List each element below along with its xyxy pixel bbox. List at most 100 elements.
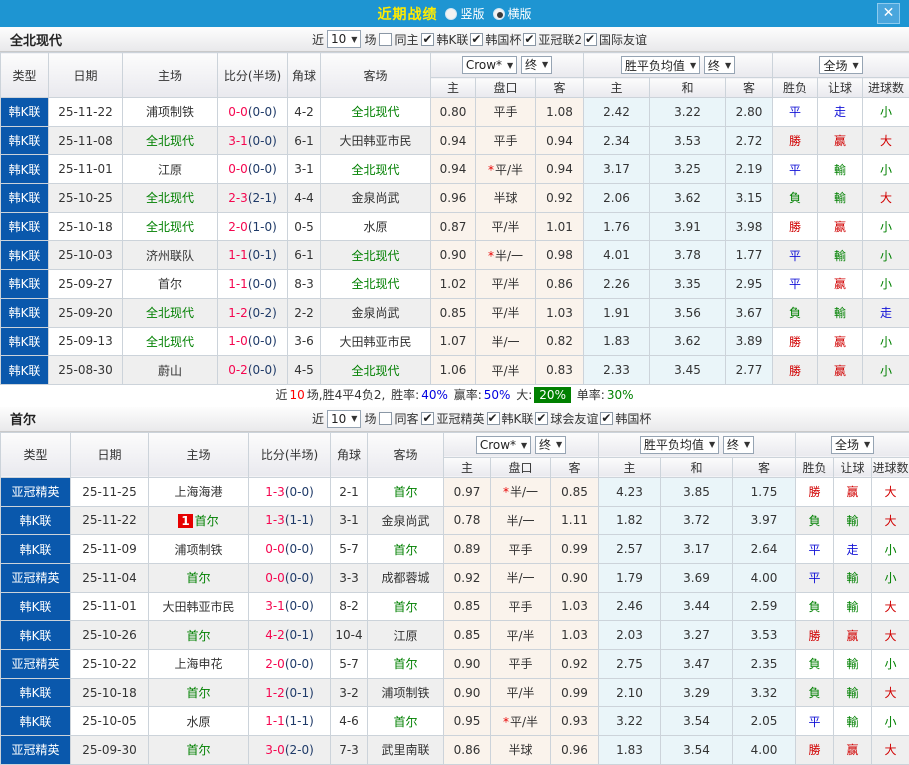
match-row: 亚冠精英25-10-22上海申花2-0(0-0)5-7首尔0.90平手0.922… xyxy=(1,650,909,679)
score-cell: 2-0(0-0) xyxy=(249,650,331,679)
home-team: 1首尔 xyxy=(149,506,249,535)
same-venue-filter[interactable]: 同客 xyxy=(379,410,418,427)
radio-unselected-icon[interactable] xyxy=(445,8,457,20)
home-team: 全北现代 xyxy=(123,298,218,327)
checkbox-icon[interactable] xyxy=(523,33,536,46)
league-type-cell: 韩K联 xyxy=(1,241,49,270)
league-type-cell: 亚冠精英 xyxy=(1,650,71,679)
avg-draw: 3.54 xyxy=(661,707,733,736)
odds-home: 0.85 xyxy=(431,298,476,327)
odds-away: 0.92 xyxy=(551,650,599,679)
home-team: 上海申花 xyxy=(149,650,249,679)
checkbox-icon[interactable] xyxy=(470,33,483,46)
odds-home: 0.92 xyxy=(444,563,491,592)
avg-draw: 3.72 xyxy=(661,506,733,535)
match-date: 25-10-18 xyxy=(49,212,123,241)
result-winlose: 平 xyxy=(796,707,834,736)
league-type-cell: 韩K联 xyxy=(1,298,49,327)
handicap-cell: 平/半 xyxy=(476,212,536,241)
avg-home: 2.75 xyxy=(599,650,661,679)
avg-draw: 3.17 xyxy=(661,535,733,564)
match-row: 韩K联25-09-20全北现代1-2(0-2)2-2金泉尚武0.85平/半1.0… xyxy=(1,298,909,327)
recent-matches-table-1: 类型 日期 主场 比分(半场) 角球 客场 Crow*▼ 终▼ 胜平负均值▼ 终… xyxy=(0,52,909,385)
away-team: 金泉尚武 xyxy=(321,298,431,327)
handicap-cell: 半/一 xyxy=(491,506,551,535)
league-filters: 韩K联韩国杯亚冠联2国际友谊 xyxy=(421,31,649,48)
league-filter[interactable]: 国际友谊 xyxy=(584,33,647,47)
avg-time-select[interactable]: 终▼ xyxy=(704,56,735,74)
league-filter[interactable]: 球会友谊 xyxy=(535,412,598,426)
scope-select[interactable]: 全场▼ xyxy=(831,436,874,454)
avg-odds-select[interactable]: 胜平负均值▼ xyxy=(621,56,700,74)
checkbox-icon[interactable] xyxy=(584,33,597,46)
checkbox-icon[interactable] xyxy=(600,412,613,425)
checkbox-icon[interactable] xyxy=(379,412,392,425)
avg-draw: 3.69 xyxy=(661,563,733,592)
avg-draw: 3.56 xyxy=(650,298,726,327)
score-cell: 0-0(0-0) xyxy=(249,535,331,564)
league-filter[interactable]: 韩国杯 xyxy=(600,412,651,426)
handicap-cell: *半/一 xyxy=(491,477,551,506)
avg-draw: 3.27 xyxy=(661,621,733,650)
chevron-down-icon: ▼ xyxy=(690,61,696,70)
odds-away: 0.90 xyxy=(551,563,599,592)
result-handicap: 赢 xyxy=(834,477,872,506)
rounds-select[interactable]: 10▼ xyxy=(327,410,361,428)
chevron-down-icon: ▼ xyxy=(521,441,527,450)
result-goals: 小 xyxy=(863,356,909,385)
col-avg-home: 主 xyxy=(599,457,661,477)
corner-cell: 4-5 xyxy=(288,356,321,385)
league-type-cell: 韩K联 xyxy=(1,356,49,385)
odds-away: 0.94 xyxy=(536,126,584,155)
league-filter[interactable]: 亚冠精英 xyxy=(421,412,484,426)
match-date: 25-10-26 xyxy=(71,621,149,650)
odds-home: 0.87 xyxy=(431,212,476,241)
result-handicap: 輸 xyxy=(834,678,872,707)
matches-label: 场 xyxy=(364,31,376,48)
rounds-select[interactable]: 10▼ xyxy=(327,30,361,48)
checkbox-icon[interactable] xyxy=(535,412,548,425)
home-team: 水原 xyxy=(149,707,249,736)
odds-time-select[interactable]: 终▼ xyxy=(521,56,552,74)
odds-time-select[interactable]: 终▼ xyxy=(535,436,566,454)
checkbox-icon[interactable] xyxy=(379,33,392,46)
col-handicap-result: 让球 xyxy=(834,457,872,477)
result-winlose: 平 xyxy=(773,98,818,127)
result-handicap: 赢 xyxy=(818,356,863,385)
team-name: 全北现代 xyxy=(10,30,62,49)
result-goals: 小 xyxy=(863,270,909,299)
corner-cell: 3-6 xyxy=(288,327,321,356)
odds-away: 1.01 xyxy=(536,212,584,241)
handicap-cell: 平/半 xyxy=(476,356,536,385)
layout-option-vertical[interactable]: 竖版 xyxy=(445,5,484,22)
league-filter[interactable]: 韩K联 xyxy=(421,33,468,47)
avg-draw: 3.78 xyxy=(650,241,726,270)
league-filter[interactable]: 亚冠联2 xyxy=(523,33,582,47)
handicap-cell: 平手 xyxy=(491,535,551,564)
changed-odds-icon: * xyxy=(488,249,494,263)
league-filter[interactable]: 韩国杯 xyxy=(470,33,521,47)
close-button[interactable]: ✕ xyxy=(877,3,900,24)
checkbox-icon[interactable] xyxy=(421,33,434,46)
avg-away: 2.59 xyxy=(733,592,796,621)
odds-company-select[interactable]: Crow*▼ xyxy=(476,436,531,454)
col-result: 胜负 xyxy=(796,457,834,477)
radio-selected-icon[interactable] xyxy=(493,8,505,20)
odds-home: 0.95 xyxy=(444,707,491,736)
layout-option-horizontal[interactable]: 横版 xyxy=(493,5,532,22)
odds-away: 0.85 xyxy=(551,477,599,506)
team-name: 首尔 xyxy=(10,409,36,428)
scope-select[interactable]: 全场▼ xyxy=(819,56,862,74)
odds-away: 1.11 xyxy=(551,506,599,535)
league-filter[interactable]: 韩K联 xyxy=(487,412,534,426)
avg-odds-select[interactable]: 胜平负均值▼ xyxy=(640,436,719,454)
handicap-cell: 平/半 xyxy=(476,270,536,299)
same-venue-filter[interactable]: 同主 xyxy=(379,31,418,48)
handicap-cell: 半/一 xyxy=(476,327,536,356)
odds-company-select[interactable]: Crow*▼ xyxy=(462,56,517,74)
checkbox-icon[interactable] xyxy=(421,412,434,425)
checkbox-icon[interactable] xyxy=(487,412,500,425)
home-team: 全北现代 xyxy=(123,212,218,241)
corner-cell: 5-7 xyxy=(331,650,368,679)
avg-time-select[interactable]: 终▼ xyxy=(723,436,754,454)
